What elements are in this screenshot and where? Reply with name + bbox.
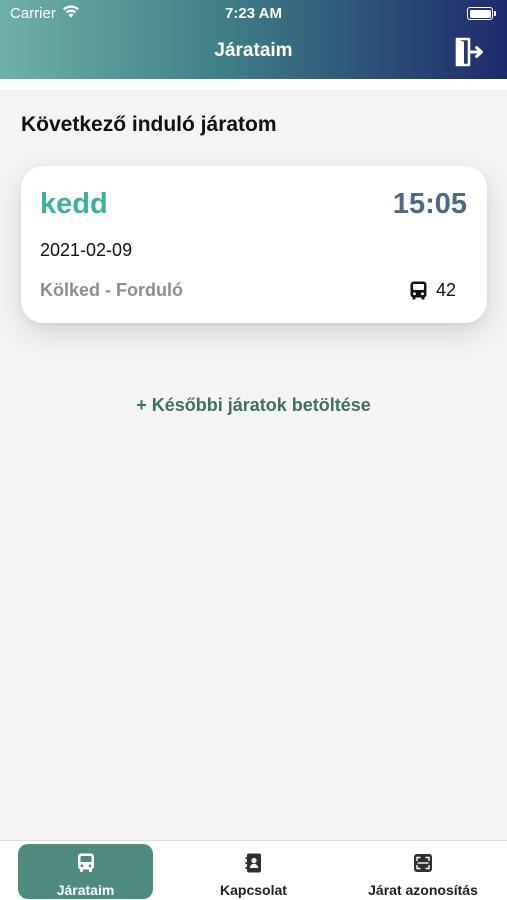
tab-jarataim[interactable]: Járataim [18,844,153,899]
trip-day: kedd [40,188,108,220]
status-time: 7:23 AM [225,5,282,22]
header-bar: Carrier 7:23 AM Járataim [0,0,507,79]
trip-departure-time: 15:05 [392,188,467,220]
trip-date: 2021-02-09 [40,240,133,260]
tab-jarat-azonositas[interactable]: Járat azonosítás [354,844,492,899]
tab-label: Kapcsolat [220,882,287,898]
section-title: Következő induló járatom [21,113,277,136]
logout-door-icon [455,37,483,67]
tab-bar: Járataim Kapcsolat Járat azonosítás [0,840,507,900]
trip-route: Kölked - Forduló [40,280,183,300]
load-later-trips-button[interactable]: + Későbbi járatok betöltése [0,395,507,416]
page-title: Járataim [214,40,293,61]
logout-button[interactable] [453,36,487,68]
bus-icon [410,281,427,300]
trip-bus-number: 42 [410,280,456,301]
tab-label: Járat azonosítás [368,882,478,898]
status-bar: Carrier 7:23 AM [0,0,507,28]
contacts-icon [245,853,261,873]
tab-kapcsolat[interactable]: Kapcsolat [186,844,321,899]
tab-label: Járataim [56,882,115,898]
next-trip-card[interactable]: kedd 15:05 2021-02-09 Kölked - Forduló 4… [21,166,487,323]
header-divider [0,79,507,89]
qr-scan-icon [414,854,432,872]
bus-icon [77,853,94,872]
battery-icon [467,7,496,20]
bus-number-label: 42 [435,280,456,300]
